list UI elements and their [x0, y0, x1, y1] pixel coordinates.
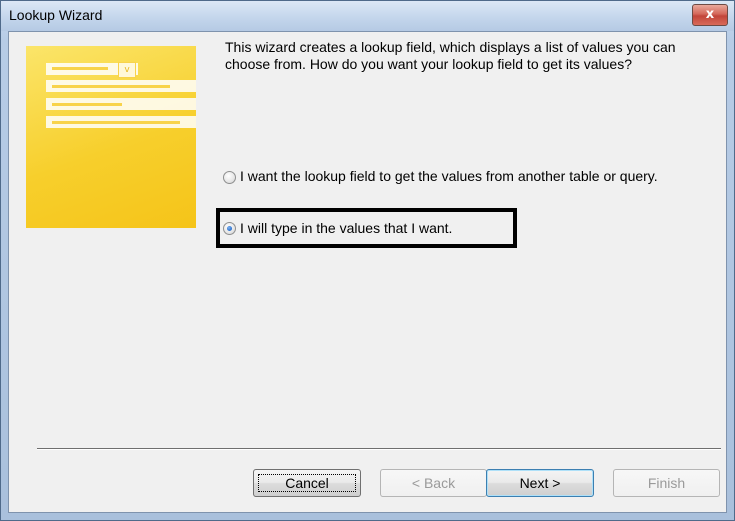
wizard-body: v This wizard creates a lookup field, wh…: [8, 31, 727, 513]
illustration-line: [52, 121, 180, 124]
close-icon: x: [705, 7, 715, 22]
separator-line: [37, 448, 721, 450]
back-button-label: < Back: [411, 475, 456, 491]
illustration-line: [52, 67, 108, 70]
radio-from-table[interactable]: [223, 171, 236, 184]
cancel-button[interactable]: Cancel: [253, 469, 361, 497]
back-button[interactable]: < Back: [380, 469, 487, 497]
option-type-values[interactable]: I will type in the values that I want.: [223, 220, 513, 238]
radio-type-values[interactable]: [223, 222, 236, 235]
dropdown-arrow-icon: v: [118, 62, 136, 78]
option-from-table[interactable]: I want the lookup field to get the value…: [223, 168, 703, 204]
focus-ring: [258, 474, 356, 492]
window-title: Lookup Wizard: [9, 7, 103, 23]
lookup-illustration: v: [26, 46, 196, 228]
close-button[interactable]: x: [692, 4, 728, 26]
option-from-table-label[interactable]: I want the lookup field to get the value…: [240, 168, 705, 185]
finish-button-label: Finish: [647, 475, 686, 491]
next-button[interactable]: Next >: [486, 469, 594, 497]
lookup-wizard-window: Lookup Wizard x v This wizard creates a …: [0, 0, 735, 521]
finish-button[interactable]: Finish: [613, 469, 720, 497]
title-bar[interactable]: Lookup Wizard x: [1, 1, 734, 31]
illustration-line: [52, 85, 170, 88]
illustration-line: [52, 103, 122, 106]
option-type-values-label[interactable]: I will type in the values that I want.: [240, 220, 452, 237]
next-button-label: Next >: [519, 475, 561, 491]
wizard-instructions: This wizard creates a lookup field, whic…: [225, 39, 676, 72]
